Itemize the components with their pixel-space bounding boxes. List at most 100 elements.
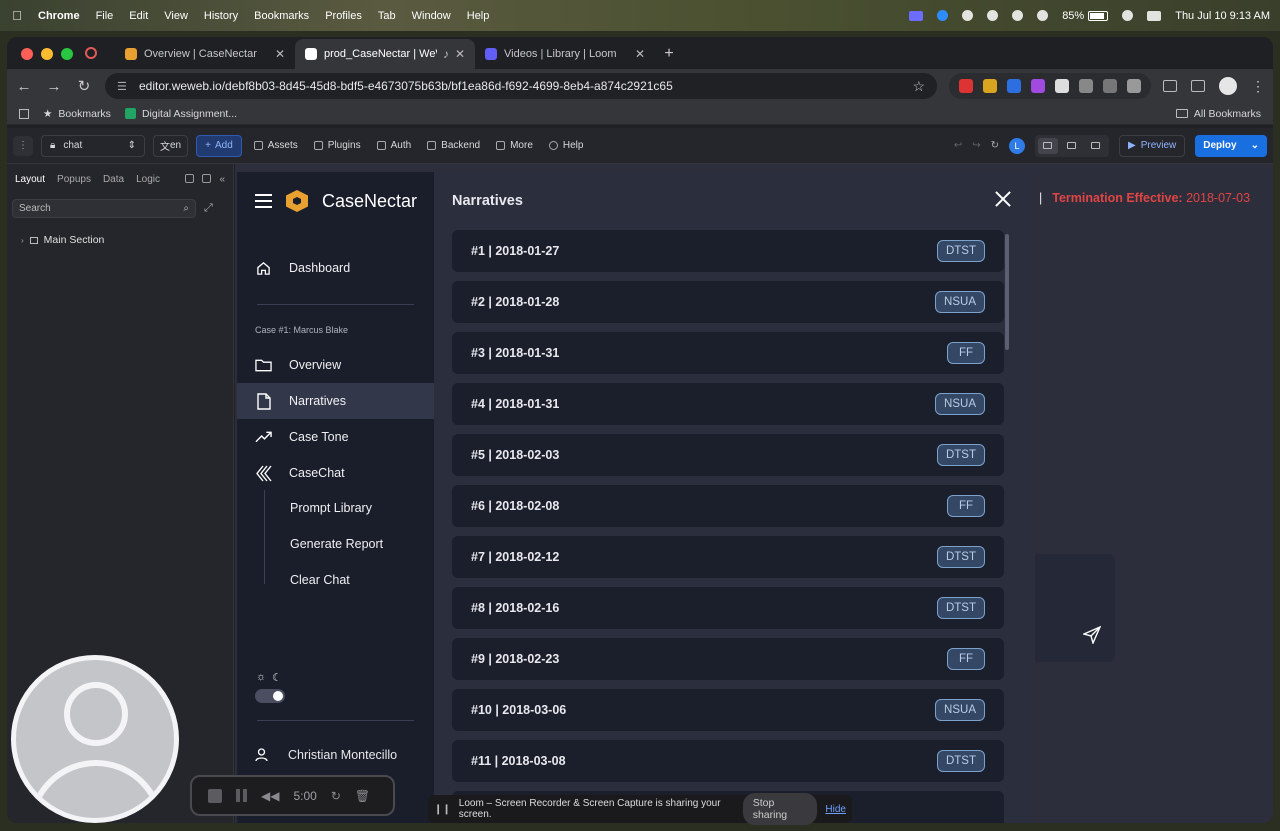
extension-icon[interactable] (1031, 79, 1045, 93)
nav-item-casechat[interactable]: CaseChat (237, 455, 434, 491)
new-tab-button[interactable]: + (655, 39, 683, 69)
zoom-window-button[interactable] (61, 48, 73, 60)
chat-input-area[interactable] (1035, 554, 1115, 662)
menu-history[interactable]: History (204, 10, 238, 22)
menu-edit[interactable]: Edit (129, 10, 148, 22)
send-icon[interactable] (1083, 626, 1101, 644)
zoom-icon[interactable] (937, 10, 949, 21)
narrative-row[interactable]: #3 | 2018-01-31 FF (452, 332, 1004, 374)
pause-icon[interactable] (236, 789, 247, 802)
trash-icon[interactable]: 🗑︎ (355, 789, 370, 803)
control-center-icon[interactable] (1147, 10, 1162, 21)
narrative-row[interactable]: #8 | 2018-02-16 DTST (452, 587, 1004, 629)
moon-icon[interactable] (987, 10, 999, 21)
assets-button[interactable]: Assets (250, 140, 302, 151)
extension-icon[interactable] (983, 79, 997, 93)
screen-share-icon[interactable] (909, 10, 924, 21)
narrative-row[interactable]: #4 | 2018-01-31 NSUA (452, 383, 1004, 425)
back-button[interactable]: ← (15, 78, 33, 95)
undo-icon[interactable]: ↩ (954, 140, 962, 151)
narrative-row[interactable]: #2 | 2018-01-28 NSUA (452, 281, 1004, 323)
help-button[interactable]: Help (545, 140, 588, 151)
theme-toggle[interactable] (255, 689, 285, 703)
redo-icon[interactable]: ↪ (972, 140, 980, 151)
tablet-view-button[interactable] (1062, 138, 1082, 154)
x-twitter-icon[interactable] (1055, 79, 1069, 93)
menu-window[interactable]: Window (412, 10, 451, 22)
bookmark-star-icon[interactable]: ☆ (912, 78, 925, 95)
nav-sub-item-generate-report[interactable]: Generate Report (290, 537, 383, 551)
menubar-clock[interactable]: Thu Jul 10 9:13 AM (1175, 10, 1270, 22)
tab-layout[interactable]: Layout (15, 174, 45, 185)
stop-recording-icon[interactable] (208, 788, 222, 803)
url-text[interactable]: editor.weweb.io/debf8b03-8d45-45d8-bdf5-… (139, 79, 912, 93)
language-select[interactable]: 文 en (153, 134, 189, 157)
browser-tab[interactable]: Overview | CaseNectar ✕ (115, 39, 295, 69)
nav-sub-item-clear-chat[interactable]: Clear Chat (290, 573, 350, 587)
preview-button[interactable]: ▶ Preview (1118, 134, 1186, 157)
deploy-button[interactable]: Deploy ⌄ (1195, 134, 1267, 157)
close-tab-icon[interactable]: ✕ (455, 47, 465, 61)
settings-icon[interactable] (185, 174, 195, 183)
tree-item[interactable]: › Main Section (21, 234, 233, 246)
collapse-icon[interactable]: « (219, 174, 225, 185)
narrative-row[interactable]: #1 | 2018-01-27 DTST (452, 230, 1004, 272)
wifi-icon[interactable] (1122, 10, 1134, 21)
mobile-view-button[interactable] (1086, 138, 1106, 154)
reload-button[interactable]: ↻ (75, 77, 93, 95)
cloud-icon[interactable] (962, 10, 974, 21)
nav-item-overview[interactable]: Overview (237, 347, 434, 383)
page-select[interactable]: 🔒︎ chat ⇕ (41, 134, 145, 157)
close-icon[interactable] (994, 190, 1012, 208)
nav-item-dashboard[interactable]: Dashboard (237, 250, 434, 286)
apple-icon[interactable]:  (10, 8, 24, 23)
extension-icon[interactable] (959, 79, 973, 93)
narrative-row[interactable]: #10 | 2018-03-06 NSUA (452, 689, 1004, 731)
layout-icon[interactable] (202, 174, 212, 183)
narrative-row[interactable]: #9 | 2018-02-23 FF (452, 638, 1004, 680)
close-window-button[interactable] (21, 48, 33, 60)
stop-sharing-button[interactable]: Stop sharing (742, 793, 818, 825)
tab-popups[interactable]: Popups (57, 174, 91, 185)
menu-view[interactable]: View (164, 10, 188, 22)
cast-icon[interactable] (1191, 80, 1205, 92)
hide-button[interactable]: Hide (825, 804, 846, 815)
narrative-row[interactable]: #5 | 2018-02-03 DTST (452, 434, 1004, 476)
menu-file[interactable]: File (96, 10, 114, 22)
battery-indicator[interactable]: 85% (1062, 10, 1109, 22)
refresh-icon[interactable]: ↻ (991, 140, 999, 151)
all-bookmarks[interactable]: All Bookmarks (1175, 108, 1261, 120)
menu-app-name[interactable]: Chrome (38, 10, 80, 22)
search-input[interactable]: Search ⌕ (12, 199, 196, 218)
bluetooth-icon[interactable] (1037, 10, 1049, 21)
extension-icon[interactable] (1007, 79, 1021, 93)
bookmark-item[interactable]: Digital Assignment... (124, 108, 237, 120)
nav-sub-item-prompt-library[interactable]: Prompt Library (290, 501, 372, 515)
close-tab-icon[interactable]: ✕ (635, 47, 645, 61)
bookmark-item[interactable]: ★ Bookmarks (43, 108, 111, 120)
browser-tab-active[interactable]: prod_CaseNectar | WeWe ♪ ✕ (295, 39, 475, 69)
menu-profiles[interactable]: Profiles (325, 10, 362, 22)
restart-icon[interactable]: ↻ (331, 789, 341, 803)
tab-logic[interactable]: Logic (136, 174, 160, 185)
add-button[interactable]: + Add (196, 134, 242, 157)
camera-icon[interactable] (1103, 79, 1117, 93)
plugins-button[interactable]: Plugins (310, 140, 365, 151)
nav-item-case-tone[interactable]: Case Tone (237, 419, 434, 455)
scrollbar[interactable] (1005, 234, 1009, 350)
clock-icon[interactable] (1012, 10, 1024, 21)
chevron-down-icon[interactable]: ⌄ (1251, 140, 1259, 151)
user-profile[interactable]: Christian Montecillo (255, 748, 397, 762)
chrome-menu-icon[interactable]: ⋮ (1251, 78, 1265, 95)
apps-grid-icon[interactable] (19, 108, 29, 119)
rewind-icon[interactable]: ◀◀ (261, 789, 279, 803)
tab-data[interactable]: Data (103, 174, 124, 185)
expand-icon[interactable]: ⤢ (204, 202, 213, 215)
menu-tab[interactable]: Tab (378, 10, 396, 22)
loom-camera-bubble[interactable] (11, 655, 179, 823)
chevron-right-icon[interactable]: › (21, 236, 24, 245)
narrative-row[interactable]: #7 | 2018-02-12 DTST (452, 536, 1004, 578)
narrative-row[interactable]: #6 | 2018-02-08 FF (452, 485, 1004, 527)
more-button[interactable]: More (492, 140, 537, 151)
minimize-window-button[interactable] (41, 48, 53, 60)
